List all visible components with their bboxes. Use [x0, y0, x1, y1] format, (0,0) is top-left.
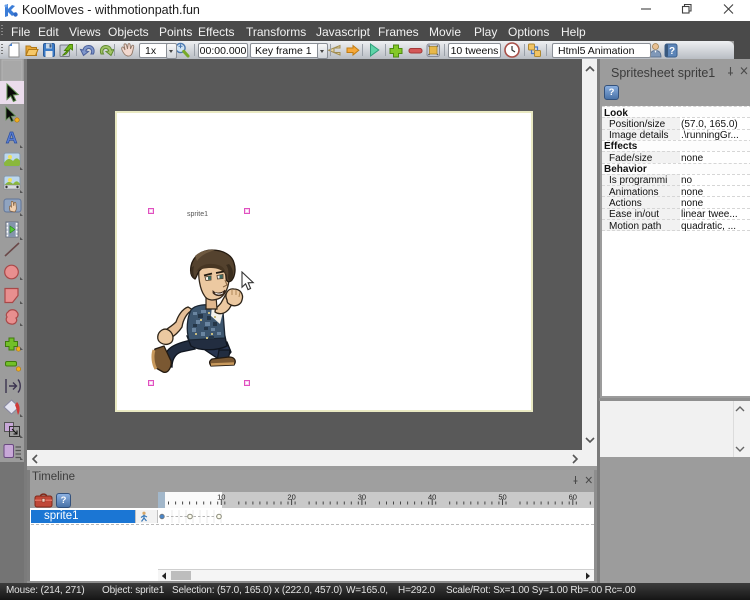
svg-text:?: ? — [669, 46, 675, 57]
svg-text:40: 40 — [428, 493, 436, 502]
svg-text:10: 10 — [217, 493, 225, 502]
svg-text:A: A — [6, 130, 18, 147]
svg-text:50: 50 — [498, 493, 506, 502]
svg-text:20: 20 — [287, 493, 295, 502]
svg-text:60: 60 — [569, 493, 577, 502]
svg-text:30: 30 — [358, 493, 366, 502]
